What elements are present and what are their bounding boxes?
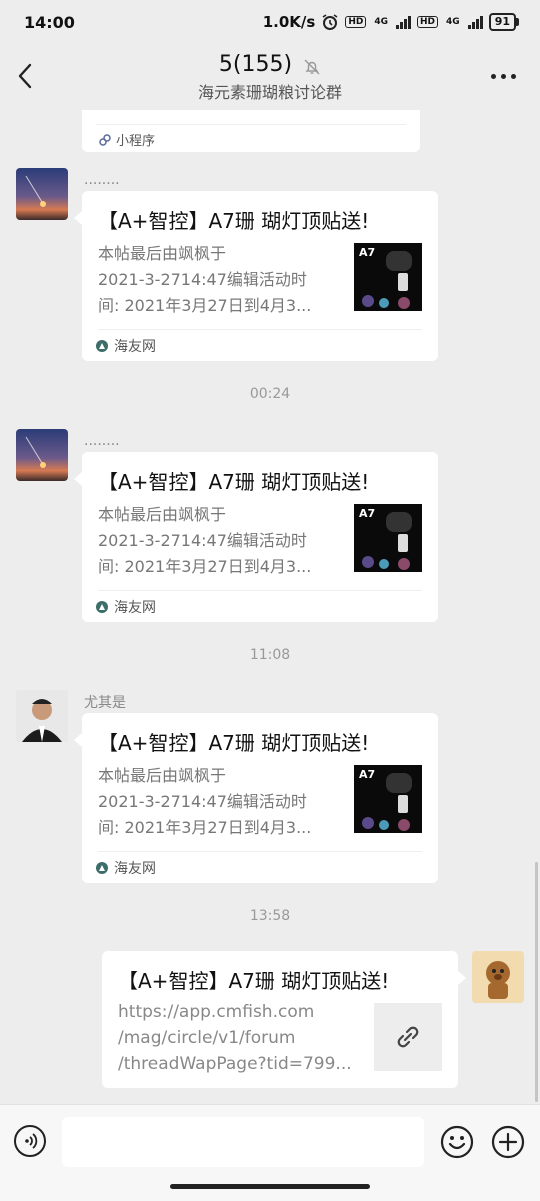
card-desc-line: 2021-3-2714:47编辑活动时 [98,531,307,550]
card-title: 【A+智控】A7珊 瑚灯顶贴送! [118,969,390,993]
card-desc-line: 间: 2021年3月27日到4月3... [98,557,312,576]
partial-message-card[interactable]: 小程序 [82,110,420,152]
signal-icon-1 [396,15,412,29]
link-card-message[interactable]: 【A+智控】A7珊 瑚灯顶贴送! 本帖最后由飒枫于 2021-3-2714:47… [74,452,438,622]
card-divider [98,851,422,852]
card-title: 【A+智控】A7珊 瑚灯顶贴送! [98,470,370,494]
add-icon[interactable] [491,1125,525,1159]
link-thumbnail [374,1003,442,1071]
card-source: 海友网 [96,858,156,878]
link-card-message[interactable]: 【A+智控】A7珊 瑚灯顶贴送! 本帖最后由飒枫于 2021-3-2714:47… [74,191,438,361]
timestamp: 13:58 [249,908,291,924]
thumbnail-label: A7 [359,246,376,259]
card-source-label: 海友网 [114,861,156,877]
card-divider [98,329,422,330]
status-icons: 1.0K/s HD 4G HD 4G 91 [262,13,520,31]
chat-subtitle: 海元素珊瑚粮讨论群 [197,83,342,102]
sender-name: ........ [84,172,120,188]
hd-badge-1: HD [345,16,367,28]
card-divider [98,590,422,591]
haiyou-logo-icon [96,862,108,874]
card-description: 本帖最后由飒枫于 2021-3-2714:47编辑活动时 间: 2021年3月2… [98,241,330,319]
voice-icon [25,1133,38,1149]
back-arrow-icon[interactable] [14,62,36,90]
card-title: 【A+智控】A7珊 瑚灯顶贴送! [98,209,370,233]
message-input[interactable] [62,1117,424,1167]
alarm-icon [322,14,338,30]
card-description: 本帖最后由飒枫于 2021-3-2714:47编辑活动时 间: 2021年3月2… [98,502,330,580]
status-time: 14:00 [24,12,75,32]
link-card-message[interactable]: 【A+智控】A7珊 瑚灯顶贴送! 本帖最后由飒枫于 2021-3-2714:47… [74,713,438,883]
card-desc-line: 本帖最后由飒枫于 [98,505,227,524]
home-indicator[interactable] [170,1184,370,1189]
haiyou-logo-icon [96,340,108,352]
sender-name: ........ [84,433,120,449]
card-description: 本帖最后由飒枫于 2021-3-2714:47编辑活动时 间: 2021年3月2… [98,763,330,841]
thumbnail-label: A7 [359,768,376,781]
haiyou-logo-icon [96,601,108,613]
signal-icon-2 [467,15,483,29]
mute-bell-icon [304,59,320,74]
chat-title: 5(155) [218,52,293,77]
more-options-icon[interactable] [491,74,516,79]
link-url: https://app.cmfish.com /mag/circle/v1/fo… [118,999,358,1077]
card-desc-line: 本帖最后由飒枫于 [98,244,227,263]
mini-program-source: 小程序 [98,130,155,149]
network-type-2: 4G [446,17,460,27]
my-avatar[interactable] [472,951,524,1003]
url-line: /mag/circle/v1/forum [118,1028,296,1048]
status-bar: 14:00 1.0K/s HD 4G HD 4G 91 [0,0,540,44]
sender-avatar[interactable] [16,690,68,742]
url-line: /threadWapPage?tid=799... [118,1054,352,1074]
card-desc-line: 2021-3-2714:47编辑活动时 [98,270,307,289]
scrollbar[interactable] [535,862,538,1102]
emoji-icon[interactable] [440,1125,474,1159]
timestamp: 00:24 [249,386,291,402]
mini-program-icon [99,133,111,146]
card-desc-line: 间: 2021年3月27日到4月3... [98,296,312,315]
net-speed: 1.0K/s [262,13,316,31]
card-desc-line: 2021-3-2714:47编辑活动时 [98,792,307,811]
link-icon [397,1026,419,1048]
url-line: https://app.cmfish.com [118,1002,315,1022]
card-thumbnail: A7 [354,765,422,833]
card-source: 海友网 [96,336,156,356]
sender-name: 尤其是 [84,695,126,711]
card-desc-line: 本帖最后由飒枫于 [98,766,227,785]
card-source: 海友网 [96,597,156,617]
card-thumbnail: A7 [354,504,422,572]
card-thumbnail: A7 [354,243,422,311]
voice-input-button[interactable] [14,1125,46,1157]
network-type-1: 4G [374,17,389,27]
hd-badge-2: HD [417,16,439,28]
my-link-message[interactable]: 【A+智控】A7珊 瑚灯顶贴送! https://app.cmfish.com … [102,951,466,1088]
thumbnail-label: A7 [359,507,376,520]
card-desc-line: 间: 2021年3月27日到4月3... [98,818,312,837]
chat-title-area: 5(155) 海元素珊瑚粮讨论群 [120,52,420,103]
mini-program-label: 小程序 [116,134,156,149]
card-source-label: 海友网 [114,339,156,355]
card-divider [96,124,406,125]
sender-avatar[interactable] [16,429,68,481]
chat-header: 5(155) 海元素珊瑚粮讨论群 [0,44,540,110]
card-title: 【A+智控】A7珊 瑚灯顶贴送! [98,731,370,755]
card-source-label: 海友网 [114,600,156,616]
battery-icon: 91 [488,13,520,31]
timestamp: 11:08 [249,647,291,663]
sender-avatar[interactable] [16,168,68,220]
